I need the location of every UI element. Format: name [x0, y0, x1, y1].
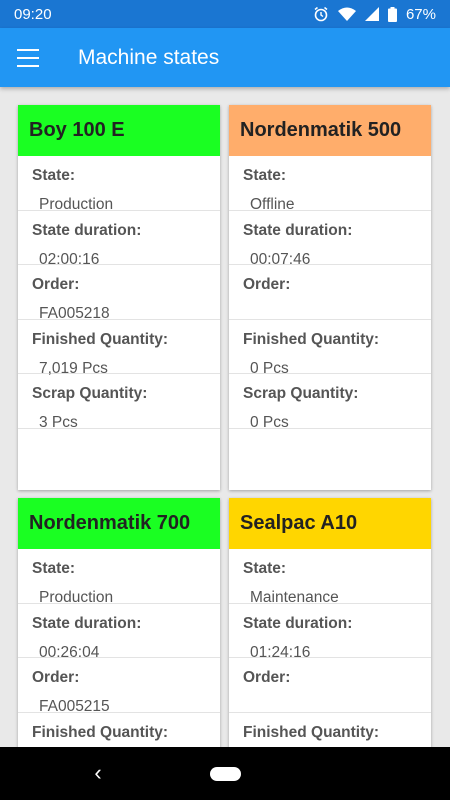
status-time: 09:20	[14, 5, 52, 23]
field-label: State:	[243, 560, 287, 577]
signal-icon	[364, 7, 379, 21]
field-value: 3 Pcs	[39, 414, 78, 431]
field-finished-quantity: Finished Quantity: 7,019 Pcs	[18, 320, 220, 377]
field-order: Order:	[229, 658, 431, 713]
field-value: 0 Pcs	[250, 414, 289, 431]
machine-card-header: Nordenmatik 700	[18, 498, 220, 549]
field-label: State:	[32, 560, 76, 577]
field-scrap-quantity: Scrap Quantity: 3 Pcs	[18, 374, 220, 431]
back-chevron-icon[interactable]: ‹	[88, 761, 108, 785]
machine-card[interactable]: Nordenmatik 500 State: Offline State dur…	[229, 105, 431, 490]
field-state-duration: State duration: 01:24:16	[229, 604, 431, 661]
field-scrap-quantity: Scrap Quantity: 0 Pcs	[229, 374, 431, 431]
machine-card[interactable]: Nordenmatik 700 State: Production State …	[18, 498, 220, 747]
field-label: Finished Quantity:	[32, 723, 169, 741]
field-label: Order:	[32, 276, 80, 293]
field-label: State:	[32, 167, 76, 184]
field-finished-quantity: Finished Quantity: 0 Pcs	[229, 320, 431, 377]
field-label: Finished Quantity:	[243, 723, 380, 741]
field-state-duration: State duration: 00:26:04	[18, 604, 220, 661]
machine-card-header: Sealpac A10	[229, 498, 431, 549]
field-label: Order:	[32, 669, 80, 686]
wifi-icon	[337, 7, 356, 21]
battery-percent: 67%	[405, 5, 436, 23]
machine-name: Sealpac A10	[240, 512, 358, 534]
page-title: Machine states	[78, 45, 220, 69]
field-label: State duration:	[32, 221, 142, 239]
alarm-icon	[314, 6, 328, 22]
field-finished-quantity: Finished Quantity:	[229, 713, 431, 748]
field-state: State: Production	[18, 156, 220, 213]
field-label: Finished Quantity:	[243, 330, 380, 348]
field-state: State: Offline	[229, 156, 431, 213]
machine-card-header: Boy 100 E	[18, 105, 220, 156]
field-state-duration: State duration: 00:07:46	[229, 211, 431, 268]
machine-card-header: Nordenmatik 500	[229, 105, 431, 156]
status-bar: 09:20 67%	[0, 0, 450, 28]
field-order: Order: FA005215	[18, 658, 220, 715]
home-pill-icon[interactable]	[209, 766, 241, 781]
field-label: State duration:	[243, 221, 353, 239]
field-order: Order:	[229, 265, 431, 320]
field-finished-quantity: Finished Quantity:	[18, 713, 220, 748]
machine-grid[interactable]: Boy 100 E State: Production State durati…	[0, 87, 450, 747]
machine-name: Boy 100 E	[29, 119, 125, 141]
machine-name: Nordenmatik 500	[240, 119, 402, 141]
field-state-duration: State duration: 02:00:16	[18, 211, 220, 268]
status-icons: 67%	[313, 6, 436, 23]
field-label: State duration:	[32, 614, 142, 632]
field-label: Finished Quantity:	[32, 330, 169, 348]
machine-card[interactable]: Boy 100 E State: Production State durati…	[18, 105, 220, 490]
field-state: State: Maintenance	[229, 549, 431, 606]
app-bar: Machine states	[0, 28, 450, 87]
field-label: Scrap Quantity:	[32, 385, 148, 402]
field-label: State:	[243, 167, 287, 184]
field-label: Order:	[243, 669, 291, 686]
machine-card[interactable]: Sealpac A10 State: Maintenance State dur…	[229, 498, 431, 747]
field-state: State: Production	[18, 549, 220, 606]
hamburger-menu-icon[interactable]	[17, 46, 47, 70]
navigation-bar: ‹	[0, 747, 450, 800]
field-label: Order:	[243, 276, 291, 293]
field-label: State duration:	[243, 614, 353, 632]
battery-icon	[387, 6, 397, 22]
field-order: Order: FA005218	[18, 265, 220, 322]
machine-name: Nordenmatik 700	[29, 512, 191, 534]
field-label: Scrap Quantity:	[243, 385, 359, 402]
